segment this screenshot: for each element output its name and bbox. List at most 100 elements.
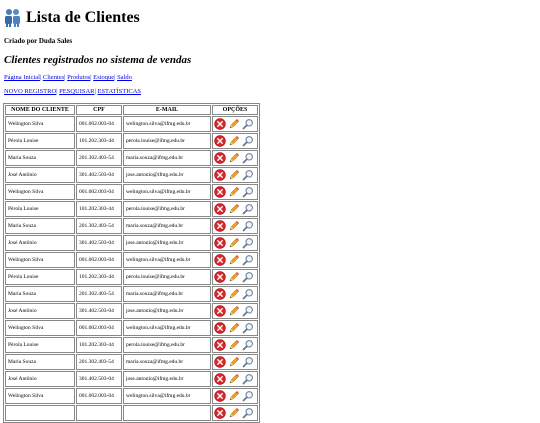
estatisticas-link[interactable]: ESTATÍSTICAS bbox=[97, 88, 141, 95]
edit-pencil-icon[interactable] bbox=[228, 322, 240, 334]
view-magnifier-icon[interactable] bbox=[242, 373, 254, 385]
edit-pencil-icon[interactable] bbox=[228, 254, 240, 266]
nav-separator: | bbox=[64, 74, 66, 81]
delete-icon[interactable] bbox=[214, 169, 226, 181]
delete-icon[interactable] bbox=[214, 237, 226, 249]
cell-nome: Maria Souza bbox=[5, 286, 75, 302]
page-title: Lista de Clientes bbox=[26, 9, 140, 26]
delete-icon[interactable] bbox=[214, 390, 226, 402]
cell-cpf: 001.002.003-04 bbox=[76, 320, 122, 336]
nav-link-produtos[interactable]: Produtos bbox=[67, 74, 90, 81]
cell-email: perola.louise@ifmg.edu.br bbox=[123, 133, 211, 149]
edit-pencil-icon[interactable] bbox=[228, 169, 240, 181]
edit-pencil-icon[interactable] bbox=[228, 152, 240, 164]
cell-nome: Welington Silva bbox=[5, 388, 75, 404]
view-magnifier-icon[interactable] bbox=[242, 169, 254, 181]
delete-icon[interactable] bbox=[214, 186, 226, 198]
delete-icon[interactable] bbox=[214, 305, 226, 317]
view-magnifier-icon[interactable] bbox=[242, 339, 254, 351]
edit-pencil-icon[interactable] bbox=[228, 305, 240, 317]
cell-opcoes bbox=[212, 201, 258, 217]
view-magnifier-icon[interactable] bbox=[242, 390, 254, 402]
cell-cpf: 001.002.003-04 bbox=[76, 184, 122, 200]
edit-pencil-icon[interactable] bbox=[228, 237, 240, 249]
cell-nome: José Antônio bbox=[5, 235, 75, 251]
cell-nome: Pérola Louise bbox=[5, 133, 75, 149]
cell-email: welington.silva@ifmg.edu.br bbox=[123, 388, 211, 404]
page-header: Lista de Clientes bbox=[4, 8, 140, 28]
edit-pencil-icon[interactable] bbox=[228, 288, 240, 300]
view-magnifier-icon[interactable] bbox=[242, 407, 254, 419]
view-magnifier-icon[interactable] bbox=[242, 135, 254, 147]
cell-cpf: 101.202.303-44 bbox=[76, 269, 122, 285]
edit-pencil-icon[interactable] bbox=[228, 186, 240, 198]
table-row: Pérola Louise 101.202.303-44 perola.louise… bbox=[5, 201, 258, 217]
table-row: Maria Souza 201.302.403-54 maria.souza@ifm… bbox=[5, 354, 258, 370]
cell-nome: Welington Silva bbox=[5, 320, 75, 336]
cell-email: maria.souza@ifmg.edu.br bbox=[123, 150, 211, 166]
delete-icon[interactable] bbox=[214, 339, 226, 351]
edit-pencil-icon[interactable] bbox=[228, 390, 240, 402]
view-magnifier-icon[interactable] bbox=[242, 203, 254, 215]
column-header-cpf: CPF bbox=[76, 105, 122, 115]
pesquisar-link[interactable]: PESQUISAR bbox=[59, 88, 94, 95]
nav-separator: | bbox=[114, 74, 116, 81]
table-row: José Antônio 301.402.503-04 jose.antonio@i… bbox=[5, 235, 258, 251]
nav-link-pagina-inicial[interactable]: Página Inicial bbox=[4, 74, 40, 81]
novo-registro-link[interactable]: NOVO REGISTRO bbox=[4, 88, 56, 95]
view-magnifier-icon[interactable] bbox=[242, 254, 254, 266]
edit-pencil-icon[interactable] bbox=[228, 220, 240, 232]
delete-icon[interactable] bbox=[214, 322, 226, 334]
nav-link-clientes[interactable]: Clientes bbox=[43, 74, 64, 81]
cell-email: maria.souza@ifmg.edu.br bbox=[123, 286, 211, 302]
edit-pencil-icon[interactable] bbox=[228, 118, 240, 130]
delete-icon[interactable] bbox=[214, 407, 226, 419]
edit-pencil-icon[interactable] bbox=[228, 407, 240, 419]
cell-cpf: 101.202.303-44 bbox=[76, 201, 122, 217]
delete-icon[interactable] bbox=[214, 152, 226, 164]
action-nav: NOVO REGISTRO| PESQUISAR| ESTATÍSTICAS bbox=[4, 88, 141, 95]
view-magnifier-icon[interactable] bbox=[242, 322, 254, 334]
view-magnifier-icon[interactable] bbox=[242, 220, 254, 232]
delete-icon[interactable] bbox=[214, 271, 226, 283]
cell-opcoes bbox=[212, 150, 258, 166]
edit-pencil-icon[interactable] bbox=[228, 271, 240, 283]
view-magnifier-icon[interactable] bbox=[242, 356, 254, 368]
view-magnifier-icon[interactable] bbox=[242, 305, 254, 317]
delete-icon[interactable] bbox=[214, 254, 226, 266]
table-row: Welington Silva 001.002.003-04 welington.s… bbox=[5, 116, 258, 132]
edit-pencil-icon[interactable] bbox=[228, 373, 240, 385]
cell-nome: Maria Souza bbox=[5, 354, 75, 370]
cell-opcoes bbox=[212, 218, 258, 234]
delete-icon[interactable] bbox=[214, 118, 226, 130]
delete-icon[interactable] bbox=[214, 373, 226, 385]
edit-pencil-icon[interactable] bbox=[228, 356, 240, 368]
nav-link-saldo[interactable]: Saldo bbox=[117, 74, 132, 81]
edit-pencil-icon[interactable] bbox=[228, 339, 240, 351]
table-row: Pérola Louise 101.202.303-44 perola.louise… bbox=[5, 337, 258, 353]
view-magnifier-icon[interactable] bbox=[242, 186, 254, 198]
delete-icon[interactable] bbox=[214, 203, 226, 215]
cell-nome: Pérola Louise bbox=[5, 201, 75, 217]
view-magnifier-icon[interactable] bbox=[242, 152, 254, 164]
edit-pencil-icon[interactable] bbox=[228, 203, 240, 215]
delete-icon[interactable] bbox=[214, 220, 226, 232]
view-magnifier-icon[interactable] bbox=[242, 288, 254, 300]
view-magnifier-icon[interactable] bbox=[242, 271, 254, 283]
view-magnifier-icon[interactable] bbox=[242, 118, 254, 130]
cell-email: jose.antonio@ifmg.edu.br bbox=[123, 235, 211, 251]
delete-icon[interactable] bbox=[214, 288, 226, 300]
cell-cpf: 201.302.403-54 bbox=[76, 286, 122, 302]
cell-email: welington.silva@ifmg.edu.br bbox=[123, 252, 211, 268]
delete-icon[interactable] bbox=[214, 135, 226, 147]
edit-pencil-icon[interactable] bbox=[228, 135, 240, 147]
nav-separator: | bbox=[39, 74, 42, 81]
delete-icon[interactable] bbox=[214, 356, 226, 368]
cell-email: maria.souza@ifmg.edu.br bbox=[123, 218, 211, 234]
cell-nome: Pérola Louise bbox=[5, 337, 75, 353]
cell-opcoes bbox=[212, 286, 258, 302]
nav-link-estoque[interactable]: Estoque bbox=[93, 74, 114, 81]
cell-cpf: 301.402.503-04 bbox=[76, 167, 122, 183]
table-row: José Antônio 301.402.503-04 jose.antonio@i… bbox=[5, 303, 258, 319]
view-magnifier-icon[interactable] bbox=[242, 237, 254, 249]
